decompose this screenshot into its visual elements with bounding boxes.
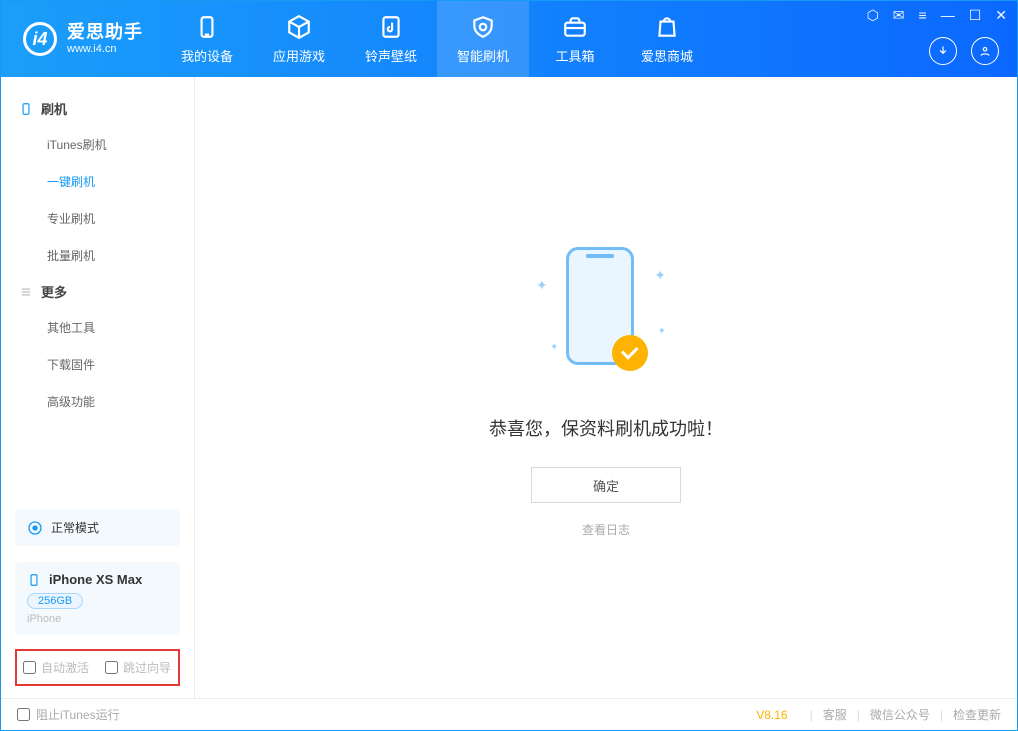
account-button[interactable] <box>971 37 999 65</box>
device-capacity: 256GB <box>27 593 83 609</box>
success-illustration: ✦ ✦ ✦ ✦ <box>516 237 696 387</box>
view-log-link[interactable]: 查看日志 <box>582 521 630 538</box>
checkbox-input[interactable] <box>23 661 36 674</box>
titlebar: i4 爱思助手 www.i4.cn 我的设备 应用游戏 铃声壁纸 智能刷机 工具… <box>1 1 1017 77</box>
device-icon <box>27 573 41 587</box>
checkbox-label: 阻止iTunes运行 <box>36 706 120 723</box>
shirt-icon[interactable]: ⬡ <box>867 7 879 24</box>
sidebar-item-batch-flash[interactable]: 批量刷机 <box>1 237 194 274</box>
footer-link-update[interactable]: 检查更新 <box>953 706 1001 723</box>
ok-button[interactable]: 确定 <box>531 467 681 503</box>
checkbox-auto-activate[interactable]: 自动激活 <box>23 659 89 676</box>
checkbox-skip-guide[interactable]: 跳过向导 <box>105 659 171 676</box>
tab-mydevice[interactable]: 我的设备 <box>161 1 253 77</box>
sidebar-group-flash: 刷机 <box>1 91 194 126</box>
phone-icon <box>194 14 220 40</box>
tab-label: 工具箱 <box>555 46 594 65</box>
tab-label: 铃声壁纸 <box>365 46 417 65</box>
group-title: 更多 <box>41 282 67 301</box>
checkbox-label: 跳过向导 <box>123 659 171 676</box>
tab-apps[interactable]: 应用游戏 <box>253 1 345 77</box>
checkbox-input[interactable] <box>105 661 118 674</box>
music-file-icon <box>378 14 404 40</box>
separator: | <box>940 708 943 722</box>
check-badge-icon <box>612 335 648 371</box>
list-icon <box>19 285 33 299</box>
sidebar-item-oneclick-flash[interactable]: 一键刷机 <box>1 163 194 200</box>
cube-icon <box>286 14 312 40</box>
success-message: 恭喜您，保资料刷机成功啦！ <box>489 415 723 441</box>
tab-label: 智能刷机 <box>457 46 509 65</box>
footer-link-support[interactable]: 客服 <box>823 706 847 723</box>
close-button[interactable]: ✕ <box>995 7 1007 24</box>
window-controls: ⬡ ✉ ≡ — ☐ ✕ <box>867 7 1007 24</box>
app-subtitle: www.i4.cn <box>67 43 143 55</box>
checkbox-input[interactable] <box>17 708 30 721</box>
menu-icon[interactable]: ≡ <box>919 7 927 24</box>
sidebar: 刷机 iTunes刷机 一键刷机 专业刷机 批量刷机 更多 其他工具 下载固件 … <box>1 77 195 698</box>
footer: 阻止iTunes运行 V8.16 | 客服 | 微信公众号 | 检查更新 <box>1 698 1017 730</box>
header-action-circles <box>929 37 999 65</box>
minimize-button[interactable]: — <box>941 7 955 24</box>
sidebar-group-more: 更多 <box>1 274 194 309</box>
sparkle-icon: ✦ <box>658 326 666 337</box>
download-button[interactable] <box>929 37 957 65</box>
mode-icon <box>27 520 43 536</box>
tab-ringtones[interactable]: 铃声壁纸 <box>345 1 437 77</box>
feedback-icon[interactable]: ✉ <box>893 7 905 24</box>
mode-box[interactable]: 正常模式 <box>15 509 180 546</box>
mode-label: 正常模式 <box>51 519 99 536</box>
options-row: 自动激活 跳过向导 <box>15 649 180 686</box>
footer-link-wechat[interactable]: 微信公众号 <box>870 706 930 723</box>
device-name: iPhone XS Max <box>49 572 142 587</box>
tab-store[interactable]: 爱思商城 <box>621 1 713 77</box>
group-title: 刷机 <box>41 99 67 118</box>
refresh-shield-icon <box>470 14 496 40</box>
checkbox-label: 自动激活 <box>41 659 89 676</box>
phone-outline-icon <box>19 102 33 116</box>
tab-label: 我的设备 <box>181 46 233 65</box>
separator: | <box>857 708 860 722</box>
bag-icon <box>654 14 680 40</box>
sidebar-item-other-tools[interactable]: 其他工具 <box>1 309 194 346</box>
sidebar-item-download-firmware[interactable]: 下载固件 <box>1 346 194 383</box>
sparkle-icon: ✦ <box>536 277 548 294</box>
nav-tabs: 我的设备 应用游戏 铃声壁纸 智能刷机 工具箱 爱思商城 <box>161 1 713 77</box>
tab-label: 爱思商城 <box>641 46 693 65</box>
separator: | <box>810 708 813 722</box>
sidebar-item-pro-flash[interactable]: 专业刷机 <box>1 200 194 237</box>
app-name: 爱思助手 <box>67 23 143 43</box>
toolbox-icon <box>562 14 588 40</box>
sparkle-icon: ✦ <box>654 267 666 284</box>
main-panel: ✦ ✦ ✦ ✦ 恭喜您，保资料刷机成功啦！ 确定 查看日志 <box>195 77 1017 698</box>
device-box[interactable]: iPhone XS Max 256GB iPhone <box>15 562 180 635</box>
checkbox-block-itunes[interactable]: 阻止iTunes运行 <box>17 706 120 723</box>
tab-flash[interactable]: 智能刷机 <box>437 1 529 77</box>
sidebar-item-advanced[interactable]: 高级功能 <box>1 383 194 420</box>
tab-tools[interactable]: 工具箱 <box>529 1 621 77</box>
device-type: iPhone <box>27 613 168 625</box>
maximize-button[interactable]: ☐ <box>969 7 982 24</box>
sparkle-icon: ✦ <box>550 342 558 353</box>
tab-label: 应用游戏 <box>273 46 325 65</box>
sidebar-item-itunes-flash[interactable]: iTunes刷机 <box>1 126 194 163</box>
version-label: V8.16 <box>756 708 787 722</box>
app-logo: i4 爱思助手 www.i4.cn <box>1 1 161 77</box>
logo-icon: i4 <box>23 22 57 56</box>
